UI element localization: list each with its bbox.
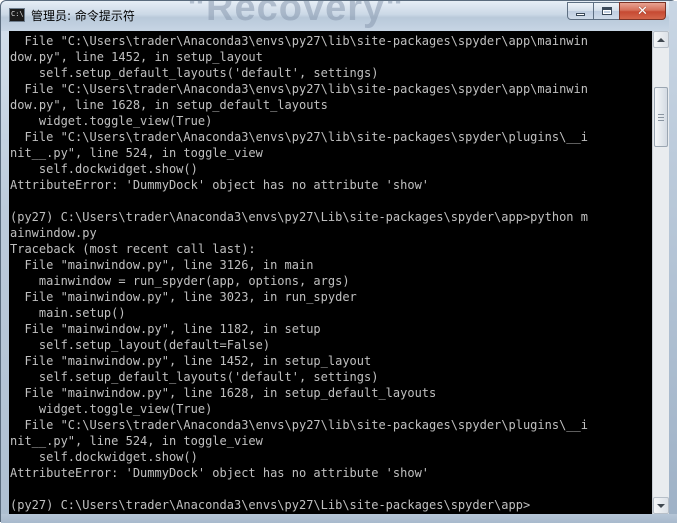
console-line: File "mainwindow.py", line 3126, in main: [10, 258, 314, 272]
console-line: main.setup(): [10, 306, 126, 320]
console-line: nit__.py", line 524, in toggle_view: [10, 434, 263, 448]
console-line: (py27) C:\Users\trader\Anaconda3\envs\py…: [10, 210, 588, 224]
scroll-down-arrow-icon: [657, 503, 665, 508]
console-line: File "C:\Users\trader\Anaconda3\envs\py2…: [10, 130, 588, 144]
console-line: ainwindow.py: [10, 226, 97, 240]
console-line: dow.py", line 1452, in setup_layout: [10, 50, 263, 64]
console-line: self.setup_default_layouts('default', se…: [10, 66, 379, 80]
close-icon: ✕: [637, 3, 648, 19]
console-line: mainwindow = run_spyder(app, options, ar…: [10, 274, 350, 288]
console-line: self.setup_default_layouts('default', se…: [10, 370, 379, 384]
console-line: self.setup_layout(default=False): [10, 338, 271, 352]
background-window-edge: [669, 1, 677, 523]
console-output[interactable]: File "C:\Users\trader\Anaconda3\envs\py2…: [9, 31, 652, 514]
window-title: 管理员: 命令提示符: [31, 9, 135, 23]
title-bar[interactable]: "Recovery" C:\ 管理员: 命令提示符 ✕: [1, 1, 676, 31]
maximize-button[interactable]: [593, 2, 620, 20]
console-line: File "mainwindow.py", line 3023, in run_…: [10, 290, 357, 304]
close-button[interactable]: ✕: [619, 2, 666, 20]
console-line: Traceback (most recent call last):: [10, 242, 256, 256]
minimize-button[interactable]: [567, 2, 594, 20]
console-line: File "C:\Users\trader\Anaconda3\envs\py2…: [10, 418, 588, 432]
console-line: AttributeError: 'DummyDock' object has n…: [10, 178, 430, 192]
maximize-icon: [601, 7, 612, 15]
grip-line: [658, 120, 664, 121]
command-prompt-window: "Recovery" C:\ 管理员: 命令提示符 ✕ File "C:\Use…: [0, 0, 677, 523]
console-line: (py27) C:\Users\trader\Anaconda3\envs\py…: [10, 498, 531, 512]
scroll-up-arrow-icon: [657, 37, 665, 42]
scroll-up-button[interactable]: [653, 31, 669, 48]
vertical-scrollbar[interactable]: [652, 31, 669, 514]
console-app-icon[interactable]: C:\: [9, 8, 25, 22]
console-line: File "mainwindow.py", line 1628, in setu…: [10, 386, 437, 400]
background-recovery-text: "Recovery": [187, 1, 405, 29]
scroll-down-button[interactable]: [653, 497, 669, 514]
scrollbar-thumb[interactable]: [654, 87, 668, 147]
console-line: File "mainwindow.py", line 1452, in setu…: [10, 354, 372, 368]
console-line: self.dockwidget.show(): [10, 162, 198, 176]
console-line: widget.toggle_view(True): [10, 402, 213, 416]
console-line: widget.toggle_view(True): [10, 114, 213, 128]
console-text: File "C:\Users\trader\Anaconda3\envs\py2…: [10, 33, 588, 513]
console-line: File "C:\Users\trader\Anaconda3\envs\py2…: [10, 34, 588, 48]
console-line: File "mainwindow.py", line 1182, in setu…: [10, 322, 321, 336]
console-line: self.dockwidget.show(): [10, 450, 198, 464]
console-line: nit__.py", line 524, in toggle_view: [10, 146, 263, 160]
grip-line: [658, 117, 664, 118]
minimize-icon: [576, 12, 585, 16]
console-app-icon-text: C:\: [11, 10, 24, 18]
console-line: dow.py", line 1628, in setup_default_lay…: [10, 98, 328, 112]
console-line: File "C:\Users\trader\Anaconda3\envs\py2…: [10, 82, 588, 96]
console-line: AttributeError: 'DummyDock' object has n…: [10, 466, 430, 480]
grip-line: [658, 114, 664, 115]
